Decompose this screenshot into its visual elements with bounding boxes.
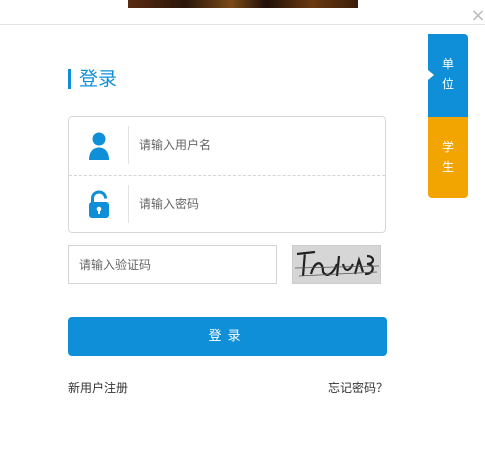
- register-link[interactable]: 新用户注册: [68, 379, 128, 396]
- password-separator: [128, 185, 129, 223]
- lock-icon: [89, 190, 109, 218]
- tab-student-label-2: 生: [441, 160, 454, 174]
- user-icon: [89, 132, 109, 160]
- top-banner-strip: [0, 0, 485, 25]
- forgot-password-link[interactable]: 忘记密码？: [328, 379, 388, 396]
- close-icon[interactable]: ×: [470, 7, 485, 25]
- captcha-graphic: [293, 246, 380, 283]
- title-accent-bar: [68, 69, 71, 89]
- password-input[interactable]: [139, 194, 369, 214]
- banner-image: [128, 0, 358, 8]
- password-row: [69, 176, 385, 234]
- captcha-image[interactable]: [292, 245, 381, 284]
- tab-unit-label-2: 位: [441, 77, 454, 91]
- tab-student[interactable]: 学 生: [428, 117, 468, 198]
- tab-student-label-1: 学: [441, 140, 454, 154]
- username-separator: [128, 126, 129, 164]
- credentials-box: [68, 116, 386, 233]
- tab-unit[interactable]: 单 位: [428, 34, 468, 117]
- login-button[interactable]: 登录: [68, 317, 387, 356]
- tab-unit-label-1: 单: [441, 57, 454, 71]
- username-row: [69, 117, 385, 176]
- active-tab-indicator: [428, 70, 434, 80]
- username-input[interactable]: [139, 135, 369, 155]
- page-title: 登录: [79, 68, 118, 90]
- captcha-input[interactable]: [68, 245, 277, 284]
